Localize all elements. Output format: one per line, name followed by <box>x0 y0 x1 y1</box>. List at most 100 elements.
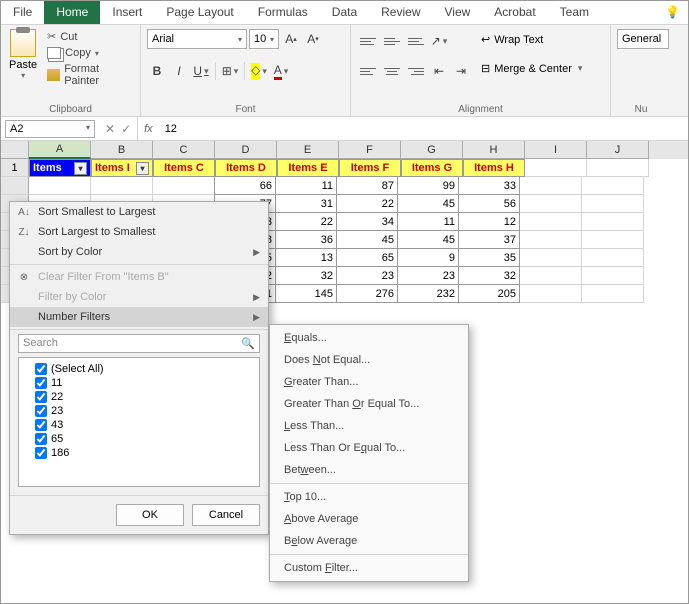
cell[interactable]: 13 <box>275 248 337 267</box>
cell[interactable]: 11 <box>397 212 459 231</box>
tell-me-icon[interactable]: 💡 <box>657 1 688 24</box>
font-color-button[interactable]: A <box>271 61 291 81</box>
header-cell[interactable]: Items H <box>463 159 525 177</box>
cell[interactable] <box>520 195 582 213</box>
submenu-item[interactable]: Custom Filter... <box>270 557 468 579</box>
align-left-button[interactable] <box>357 61 379 81</box>
cell[interactable]: 205 <box>458 284 520 303</box>
header-cell[interactable]: Items I▾ <box>91 159 153 177</box>
tab-page-layout[interactable]: Page Layout <box>154 1 245 24</box>
grow-font-button[interactable]: A▴ <box>281 29 301 49</box>
cell[interactable]: 33 <box>458 176 520 195</box>
align-bottom-button[interactable] <box>405 31 427 51</box>
col-header-h[interactable]: H <box>463 141 525 159</box>
tab-file[interactable]: File <box>1 1 44 24</box>
cell[interactable] <box>582 231 644 249</box>
tab-review[interactable]: Review <box>369 1 432 24</box>
paste-button[interactable]: Paste ▾ <box>7 27 39 115</box>
cell[interactable] <box>29 177 91 195</box>
indent-decrease-button[interactable]: ⇤ <box>429 61 449 81</box>
merge-center-button[interactable]: ⊟Merge & Center <box>479 60 584 77</box>
col-header-f[interactable]: F <box>339 141 401 159</box>
sort-asc-item[interactable]: A↓Sort Smallest to Largest <box>10 202 268 222</box>
header-cell[interactable]: Items G <box>401 159 463 177</box>
italic-button[interactable]: I <box>169 61 189 81</box>
cell[interactable]: 56 <box>458 194 520 213</box>
col-header-d[interactable]: D <box>215 141 277 159</box>
cell[interactable] <box>525 159 587 177</box>
col-header-a[interactable]: A <box>29 141 91 159</box>
header-cell[interactable]: Items▾ <box>29 159 91 177</box>
cell[interactable]: 45 <box>397 194 459 213</box>
row-header[interactable] <box>1 177 29 195</box>
cell[interactable] <box>520 177 582 195</box>
checkbox[interactable] <box>35 391 47 403</box>
tab-view[interactable]: View <box>433 1 483 24</box>
filter-check-item[interactable]: 43 <box>23 418 255 432</box>
orientation-button[interactable]: ↗ <box>429 31 449 51</box>
fill-color-button[interactable]: ◇ <box>249 61 269 81</box>
cell[interactable] <box>520 213 582 231</box>
cell[interactable] <box>153 177 215 195</box>
submenu-item[interactable]: Less Than... <box>270 415 468 437</box>
filter-check-item[interactable]: 23 <box>23 404 255 418</box>
checkbox[interactable] <box>35 447 47 459</box>
tab-team[interactable]: Team <box>548 1 601 24</box>
cell[interactable]: 87 <box>336 176 398 195</box>
submenu-item[interactable]: Greater Than... <box>270 371 468 393</box>
filter-check-item[interactable]: 22 <box>23 390 255 404</box>
font-name-combo[interactable]: Arial▾ <box>147 29 247 49</box>
tab-home[interactable]: Home <box>44 1 100 24</box>
sort-by-color-item[interactable]: Sort by Color▶ <box>10 242 268 262</box>
col-header-j[interactable]: J <box>587 141 649 159</box>
cell[interactable] <box>587 159 649 177</box>
cell[interactable]: 23 <box>336 266 398 285</box>
sort-desc-item[interactable]: Z↓Sort Largest to Smallest <box>10 222 268 242</box>
filter-arrow-icon[interactable]: ▾ <box>74 162 87 175</box>
col-header-b[interactable]: B <box>91 141 153 159</box>
submenu-item[interactable]: Between... <box>270 459 468 481</box>
cell[interactable]: 32 <box>458 266 520 285</box>
bold-button[interactable]: B <box>147 61 167 81</box>
submenu-item[interactable]: Does Not Equal... <box>270 349 468 371</box>
col-header-g[interactable]: G <box>401 141 463 159</box>
cancel-button[interactable]: Cancel <box>192 504 260 526</box>
tab-insert[interactable]: Insert <box>100 1 154 24</box>
checkbox[interactable] <box>35 433 47 445</box>
align-middle-button[interactable] <box>381 31 403 51</box>
cell[interactable]: 22 <box>336 194 398 213</box>
cell[interactable]: 23 <box>397 266 459 285</box>
header-cell[interactable]: Items F <box>339 159 401 177</box>
cell[interactable]: 9 <box>397 248 459 267</box>
shrink-font-button[interactable]: A▾ <box>303 29 323 49</box>
row-header-1[interactable]: 1 <box>1 159 29 177</box>
cell[interactable]: 11 <box>275 176 337 195</box>
fx-icon[interactable]: fx <box>138 123 159 135</box>
name-box[interactable]: A2▾ <box>5 120 95 138</box>
submenu-item[interactable]: Equals... <box>270 327 468 349</box>
tab-formulas[interactable]: Formulas <box>246 1 320 24</box>
col-header-e[interactable]: E <box>277 141 339 159</box>
cell[interactable]: 45 <box>336 230 398 249</box>
cell[interactable]: 65 <box>336 248 398 267</box>
submenu-item[interactable]: Top 10... <box>270 486 468 508</box>
col-header-i[interactable]: I <box>525 141 587 159</box>
checkbox[interactable] <box>35 377 47 389</box>
cell[interactable]: 12 <box>458 212 520 231</box>
cut-button[interactable]: ✂Cut <box>45 29 134 44</box>
filter-arrow-icon[interactable]: ▾ <box>136 162 149 175</box>
checkbox[interactable] <box>35 405 47 417</box>
cell[interactable] <box>582 267 644 285</box>
tab-acrobat[interactable]: Acrobat <box>482 1 547 24</box>
cell[interactable]: 145 <box>275 284 337 303</box>
submenu-item[interactable]: Greater Than Or Equal To... <box>270 393 468 415</box>
cell[interactable]: 36 <box>275 230 337 249</box>
cell[interactable] <box>520 231 582 249</box>
cell[interactable]: 66 <box>214 176 276 195</box>
underline-button[interactable]: U <box>191 61 211 81</box>
checkbox[interactable] <box>35 419 47 431</box>
number-format-combo[interactable]: General <box>617 29 669 49</box>
checkbox[interactable] <box>35 363 47 375</box>
cell[interactable]: 35 <box>458 248 520 267</box>
cell[interactable]: 34 <box>336 212 398 231</box>
